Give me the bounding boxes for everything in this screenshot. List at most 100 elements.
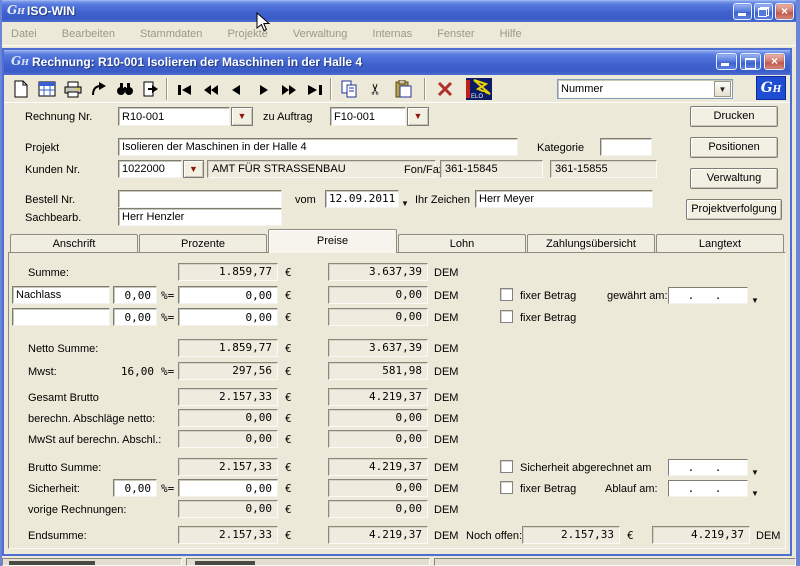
invoice-minimize-button[interactable]: [716, 53, 737, 70]
tab-anschrift[interactable]: Anschrift: [10, 234, 138, 253]
status-bar-segment: [2, 558, 182, 566]
close-icon: ×: [781, 4, 788, 18]
nav-prev-button[interactable]: [226, 79, 248, 101]
tab-prozente[interactable]: Prozente: [139, 234, 267, 253]
kategorie-input[interactable]: [600, 138, 652, 156]
sicherheit-abgerechnet-label: Sicherheit abgerechnet am: [520, 459, 651, 477]
eur-unit: €: [285, 264, 292, 282]
kunden-nr-dropdown-button[interactable]: ▼: [183, 160, 204, 178]
ihr-zeichen-input[interactable]: [475, 190, 653, 208]
rechnung-nr-dropdown-button[interactable]: ▼: [231, 107, 253, 126]
tab-lohn[interactable]: Lohn: [398, 234, 526, 253]
tab-zahlungsuebersicht[interactable]: Zahlungsübersicht: [527, 234, 655, 253]
nav-last-icon: [308, 85, 322, 95]
menu-fenster[interactable]: Fenster: [437, 22, 474, 46]
app-close-button[interactable]: ×: [775, 3, 794, 20]
copy-button[interactable]: [338, 78, 360, 100]
ablauf-am-date-field[interactable]: . .: [668, 480, 748, 497]
projekt-input[interactable]: [118, 138, 518, 156]
vom-date-field[interactable]: 12.09.2011: [325, 190, 399, 208]
endsumme-label: Endsumme:: [28, 527, 87, 545]
delete-button[interactable]: [434, 78, 456, 100]
app-minimize-button[interactable]: [733, 3, 752, 20]
nachlass2-fixer-betrag-checkbox[interactable]: [500, 310, 513, 323]
elo-archive-icon: ELO: [466, 78, 492, 100]
cut-button[interactable]: ✂: [364, 78, 386, 100]
ablauf-am-label: Ablauf am:: [605, 480, 658, 498]
menu-stammdaten[interactable]: Stammdaten: [140, 22, 202, 46]
sicherheit-eur-input[interactable]: [178, 479, 278, 497]
invoice-maximize-button[interactable]: [740, 53, 761, 70]
toolbar-separator: [166, 78, 168, 100]
menu-datei[interactable]: Datei: [11, 22, 37, 46]
invoice-close-button[interactable]: ×: [764, 53, 785, 70]
kunden-nr-input[interactable]: [118, 160, 182, 178]
filter-dropdown-button[interactable]: ▼: [714, 81, 731, 97]
zu-auftrag-input[interactable]: [330, 107, 406, 126]
dem-unit: DEM: [434, 527, 458, 545]
gewaehrt-am-date-field[interactable]: . .: [668, 287, 748, 304]
tab-langtext[interactable]: Langtext: [656, 234, 784, 253]
verwaltung-button[interactable]: Verwaltung: [690, 168, 778, 189]
table-button[interactable]: [36, 78, 58, 100]
nachlass1-name-input[interactable]: [12, 286, 110, 304]
print-icon: [64, 81, 82, 98]
positionen-button[interactable]: Positionen: [690, 137, 778, 158]
kategorie-label: Kategorie: [537, 139, 584, 157]
eur-unit: €: [285, 309, 292, 327]
redo-button[interactable]: [88, 78, 110, 100]
projekt-label: Projekt: [25, 139, 59, 157]
date-dropdown-arrow-icon[interactable]: ▼: [401, 200, 409, 208]
filter-combobox[interactable]: Nummer ▼: [557, 79, 733, 99]
sachbearb-input[interactable]: [118, 208, 282, 226]
rechnung-nr-input[interactable]: [118, 107, 230, 126]
sicherheit-fixer-betrag-checkbox[interactable]: [500, 481, 513, 494]
menu-verwaltung[interactable]: Verwaltung: [293, 22, 347, 46]
nachlass2-eur-input[interactable]: [178, 308, 278, 326]
date-dropdown-arrow-icon[interactable]: ▼: [751, 297, 759, 305]
print-button[interactable]: [62, 78, 84, 100]
nachlass1-eur-input[interactable]: [178, 286, 278, 304]
bestell-nr-input[interactable]: [118, 190, 282, 208]
sicherheit-abgerechnet-date-field[interactable]: . .: [668, 459, 748, 476]
sicherheit-abgerechnet-checkbox[interactable]: [500, 460, 513, 473]
search-button[interactable]: [114, 78, 136, 100]
nachlass2-pct-input[interactable]: [113, 308, 157, 326]
menu-bearbeiten[interactable]: Bearbeiten: [62, 22, 115, 46]
netto-summe-label: Netto Summe:: [28, 340, 98, 358]
toolbar: ✂ ELO Nummer ▼ GH: [4, 75, 790, 103]
gh-logo-button[interactable]: GH: [756, 76, 786, 100]
date-dropdown-arrow-icon[interactable]: ▼: [751, 469, 759, 477]
nachlass2-name-input[interactable]: [12, 308, 110, 326]
nav-next-page-button[interactable]: [278, 79, 300, 101]
paste-icon: [395, 80, 412, 98]
projektverfolgung-button[interactable]: Projektverfolgung: [686, 199, 782, 220]
nav-last-button[interactable]: [304, 79, 326, 101]
nav-prev-page-button[interactable]: [200, 79, 222, 101]
app-gh-icon: GH: [7, 3, 25, 17]
nachlass1-fixer-betrag-checkbox[interactable]: [500, 288, 513, 301]
summe-dem-field: 3.637,39: [328, 263, 428, 281]
delete-x-icon: [437, 81, 453, 97]
elo-archive-button[interactable]: ELO: [466, 78, 492, 100]
app-restore-button[interactable]: [754, 3, 773, 20]
new-document-button[interactable]: [10, 78, 32, 100]
menu-internas[interactable]: Internas: [372, 22, 412, 46]
drucken-button[interactable]: Drucken: [690, 106, 778, 127]
dem-unit: DEM: [434, 363, 458, 381]
nav-next-button[interactable]: [252, 79, 274, 101]
sicherheit-pct-input[interactable]: [113, 479, 157, 497]
nav-first-button[interactable]: [174, 79, 196, 101]
bestell-nr-label: Bestell Nr.: [25, 191, 75, 209]
red-arrow-down-icon: ▼: [414, 111, 423, 121]
menu-hilfe[interactable]: Hilfe: [500, 22, 522, 46]
date-dropdown-arrow-icon[interactable]: ▼: [751, 490, 759, 498]
zu-auftrag-dropdown-button[interactable]: ▼: [407, 107, 429, 126]
tab-preise[interactable]: Preise: [268, 229, 397, 253]
status-bar-segment: [434, 558, 796, 566]
exit-button[interactable]: [140, 78, 162, 100]
gesamt-brutto-dem-field: 4.219,37: [328, 388, 428, 406]
nachlass1-pct-input[interactable]: [113, 286, 157, 304]
nachlass2-dem-field: 0,00: [328, 308, 428, 326]
paste-button[interactable]: [392, 78, 414, 100]
